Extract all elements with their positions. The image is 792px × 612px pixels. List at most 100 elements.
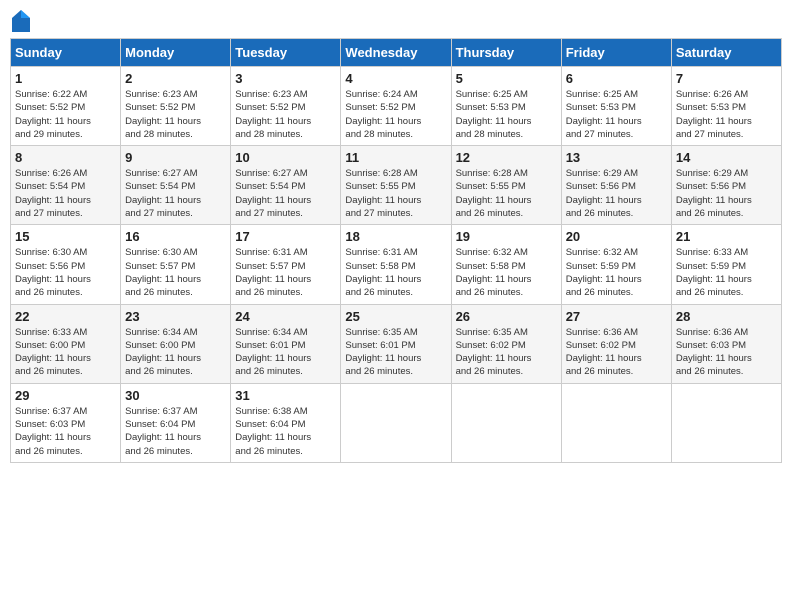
day-header-thursday: Thursday (451, 39, 561, 67)
day-info: Sunrise: 6:29 AMSunset: 5:56 PMDaylight:… (566, 167, 667, 220)
calendar-cell: 5 Sunrise: 6:25 AMSunset: 5:53 PMDaylight… (451, 67, 561, 146)
calendar-cell: 6Sunrise: 6:25 AMSunset: 5:53 PMDaylight… (561, 67, 671, 146)
calendar-cell (341, 383, 451, 462)
day-number: 14 (676, 150, 777, 165)
day-header-sunday: Sunday (11, 39, 121, 67)
calendar-cell (451, 383, 561, 462)
calendar-cell: 20 Sunrise: 6:32 AMSunset: 5:59 PMDayligh… (561, 225, 671, 304)
day-number: 5 (456, 71, 557, 86)
day-info: Sunrise: 6:34 AMSunset: 6:00 PMDaylight:… (125, 326, 226, 379)
day-number: 17 (235, 229, 336, 244)
calendar-cell: 17Sunrise: 6:31 AMSunset: 5:57 PMDayligh… (231, 225, 341, 304)
day-number: 8 (15, 150, 116, 165)
day-number: 10 (235, 150, 336, 165)
day-info: Sunrise: 6:30 AMSunset: 5:56 PMDaylight:… (15, 246, 116, 299)
day-info: Sunrise: 6:24 AMSunset: 5:52 PMDaylight:… (345, 88, 446, 141)
calendar-cell: 26Sunrise: 6:35 AMSunset: 6:02 PMDayligh… (451, 304, 561, 383)
calendar-cell: 14 Sunrise: 6:29 AMSunset: 5:56 PMDayligh… (671, 146, 781, 225)
calendar-cell (561, 383, 671, 462)
day-header-monday: Monday (121, 39, 231, 67)
day-info: Sunrise: 6:26 AMSunset: 5:54 PMDaylight:… (15, 167, 116, 220)
day-number: 22 (15, 309, 116, 324)
day-info: Sunrise: 6:34 AMSunset: 6:01 PMDaylight:… (235, 326, 336, 379)
calendar-cell: 3 Sunrise: 6:23 AMSunset: 5:52 PMDaylight… (231, 67, 341, 146)
calendar-cell: 23 Sunrise: 6:34 AMSunset: 6:00 PMDayligh… (121, 304, 231, 383)
day-number: 21 (676, 229, 777, 244)
day-number: 15 (15, 229, 116, 244)
day-info: Sunrise: 6:35 AMSunset: 6:01 PMDaylight:… (345, 326, 446, 379)
day-header-saturday: Saturday (671, 39, 781, 67)
calendar-header-row: SundayMondayTuesdayWednesdayThursdayFrid… (11, 39, 782, 67)
day-info: Sunrise: 6:23 AMSunset: 5:52 PMDaylight:… (235, 88, 336, 141)
day-info: Sunrise: 6:22 AMSunset: 5:52 PMDaylight:… (15, 88, 116, 141)
calendar-cell: 10Sunrise: 6:27 AMSunset: 5:54 PMDayligh… (231, 146, 341, 225)
day-info: Sunrise: 6:23 AMSunset: 5:52 PMDaylight:… (125, 88, 226, 141)
calendar-cell: 30Sunrise: 6:37 AMSunset: 6:04 PMDayligh… (121, 383, 231, 462)
calendar-cell: 1 Sunrise: 6:22 AMSunset: 5:52 PMDaylight… (11, 67, 121, 146)
calendar-week-row: 29Sunrise: 6:37 AMSunset: 6:03 PMDayligh… (11, 383, 782, 462)
day-number: 4 (345, 71, 446, 86)
calendar-cell: 31 Sunrise: 6:38 AMSunset: 6:04 PMDayligh… (231, 383, 341, 462)
day-number: 18 (345, 229, 446, 244)
day-header-tuesday: Tuesday (231, 39, 341, 67)
calendar-table: SundayMondayTuesdayWednesdayThursdayFrid… (10, 38, 782, 463)
calendar-cell (671, 383, 781, 462)
calendar-cell: 15 Sunrise: 6:30 AMSunset: 5:56 PMDayligh… (11, 225, 121, 304)
day-info: Sunrise: 6:25 AMSunset: 5:53 PMDaylight:… (566, 88, 667, 141)
day-info: Sunrise: 6:36 AMSunset: 6:03 PMDaylight:… (676, 326, 777, 379)
day-number: 23 (125, 309, 226, 324)
day-info: Sunrise: 6:31 AMSunset: 5:58 PMDaylight:… (345, 246, 446, 299)
day-info: Sunrise: 6:37 AMSunset: 6:03 PMDaylight:… (15, 405, 116, 458)
calendar-cell: 7 Sunrise: 6:26 AMSunset: 5:53 PMDaylight… (671, 67, 781, 146)
day-info: Sunrise: 6:28 AMSunset: 5:55 PMDaylight:… (456, 167, 557, 220)
day-number: 31 (235, 388, 336, 403)
day-number: 11 (345, 150, 446, 165)
day-number: 13 (566, 150, 667, 165)
calendar-cell: 18 Sunrise: 6:31 AMSunset: 5:58 PMDayligh… (341, 225, 451, 304)
day-number: 3 (235, 71, 336, 86)
day-info: Sunrise: 6:25 AMSunset: 5:53 PMDaylight:… (456, 88, 557, 141)
logo (10, 10, 30, 32)
calendar-cell: 29Sunrise: 6:37 AMSunset: 6:03 PMDayligh… (11, 383, 121, 462)
calendar-cell: 12 Sunrise: 6:28 AMSunset: 5:55 PMDayligh… (451, 146, 561, 225)
day-number: 2 (125, 71, 226, 86)
day-header-friday: Friday (561, 39, 671, 67)
logo-icon (12, 10, 30, 32)
day-info: Sunrise: 6:36 AMSunset: 6:02 PMDaylight:… (566, 326, 667, 379)
day-number: 19 (456, 229, 557, 244)
day-number: 9 (125, 150, 226, 165)
day-number: 1 (15, 71, 116, 86)
calendar-cell: 21Sunrise: 6:33 AMSunset: 5:59 PMDayligh… (671, 225, 781, 304)
day-number: 24 (235, 309, 336, 324)
calendar-cell: 2 Sunrise: 6:23 AMSunset: 5:52 PMDaylight… (121, 67, 231, 146)
day-info: Sunrise: 6:29 AMSunset: 5:56 PMDaylight:… (676, 167, 777, 220)
day-info: Sunrise: 6:30 AMSunset: 5:57 PMDaylight:… (125, 246, 226, 299)
calendar-cell: 22Sunrise: 6:33 AMSunset: 6:00 PMDayligh… (11, 304, 121, 383)
calendar-week-row: 22Sunrise: 6:33 AMSunset: 6:00 PMDayligh… (11, 304, 782, 383)
day-info: Sunrise: 6:32 AMSunset: 5:58 PMDaylight:… (456, 246, 557, 299)
calendar-week-row: 15 Sunrise: 6:30 AMSunset: 5:56 PMDayligh… (11, 225, 782, 304)
calendar-cell: 13 Sunrise: 6:29 AMSunset: 5:56 PMDayligh… (561, 146, 671, 225)
calendar-week-row: 8 Sunrise: 6:26 AMSunset: 5:54 PMDaylight… (11, 146, 782, 225)
day-info: Sunrise: 6:26 AMSunset: 5:53 PMDaylight:… (676, 88, 777, 141)
day-info: Sunrise: 6:27 AMSunset: 5:54 PMDaylight:… (125, 167, 226, 220)
calendar-week-row: 1 Sunrise: 6:22 AMSunset: 5:52 PMDaylight… (11, 67, 782, 146)
day-info: Sunrise: 6:28 AMSunset: 5:55 PMDaylight:… (345, 167, 446, 220)
day-number: 7 (676, 71, 777, 86)
day-number: 12 (456, 150, 557, 165)
calendar-cell: 8 Sunrise: 6:26 AMSunset: 5:54 PMDaylight… (11, 146, 121, 225)
day-number: 27 (566, 309, 667, 324)
day-number: 20 (566, 229, 667, 244)
calendar-cell: 28Sunrise: 6:36 AMSunset: 6:03 PMDayligh… (671, 304, 781, 383)
day-info: Sunrise: 6:32 AMSunset: 5:59 PMDaylight:… (566, 246, 667, 299)
day-header-wednesday: Wednesday (341, 39, 451, 67)
day-number: 16 (125, 229, 226, 244)
calendar-cell: 4 Sunrise: 6:24 AMSunset: 5:52 PMDaylight… (341, 67, 451, 146)
day-number: 26 (456, 309, 557, 324)
day-info: Sunrise: 6:38 AMSunset: 6:04 PMDaylight:… (235, 405, 336, 458)
calendar-cell: 9 Sunrise: 6:27 AMSunset: 5:54 PMDaylight… (121, 146, 231, 225)
day-info: Sunrise: 6:37 AMSunset: 6:04 PMDaylight:… (125, 405, 226, 458)
calendar-cell: 25Sunrise: 6:35 AMSunset: 6:01 PMDayligh… (341, 304, 451, 383)
calendar-cell: 11 Sunrise: 6:28 AMSunset: 5:55 PMDayligh… (341, 146, 451, 225)
calendar-cell: 27 Sunrise: 6:36 AMSunset: 6:02 PMDayligh… (561, 304, 671, 383)
